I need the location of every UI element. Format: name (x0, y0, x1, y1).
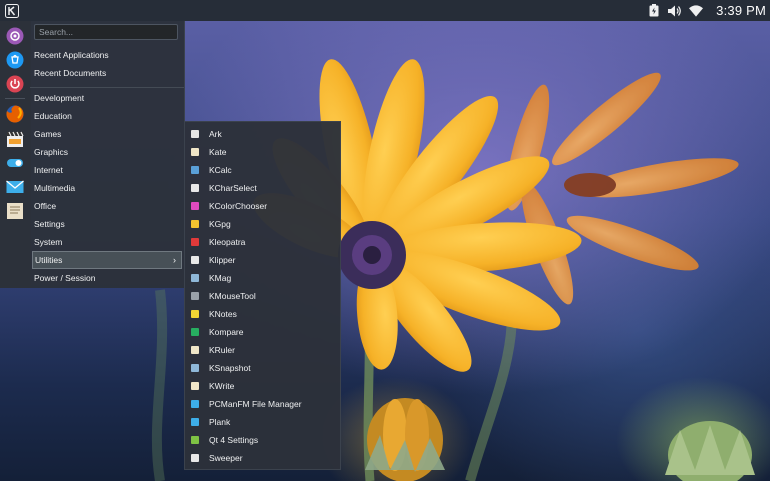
menu-item-power-session[interactable]: Power / Session (32, 269, 182, 287)
favorites-divider (5, 98, 25, 99)
submenu-item-label: KCharSelect (209, 183, 257, 193)
submenu-item-kcharselect[interactable]: KCharSelect (187, 179, 339, 197)
submenu-item-label: Kleopatra (209, 237, 246, 247)
clapper-icon[interactable] (6, 130, 24, 148)
ksnapshot-icon (191, 364, 199, 372)
submenu-item-label: KColorChooser (209, 201, 268, 211)
menu-item-recent-documents[interactable]: Recent Documents (32, 64, 182, 82)
menu-item-label: Utilities (35, 255, 63, 265)
menu-item-office[interactable]: Office (32, 197, 182, 215)
submenu-item-knotes[interactable]: KNotes (187, 305, 339, 323)
submenu-item-klipper[interactable]: Klipper (187, 251, 339, 269)
submenu-item-pcmanfm-file-manager[interactable]: PCManFM File Manager (187, 395, 339, 413)
volume-icon[interactable] (668, 4, 682, 18)
submenu-item-kmag[interactable]: KMag (187, 269, 339, 287)
kcolorchooser-icon (191, 202, 199, 210)
wifi-icon[interactable] (689, 4, 704, 18)
menu-item-development[interactable]: Development (32, 89, 182, 107)
submenu-item-kruler[interactable]: KRuler (187, 341, 339, 359)
submenu-item-label: Sweeper (209, 453, 243, 463)
menu-item-system[interactable]: System (32, 233, 182, 251)
submenu-item-label: Plank (209, 417, 231, 427)
menu-divider (30, 87, 184, 88)
menu-item-games[interactable]: Games (32, 125, 182, 143)
system-tray: 3:39 PM (647, 0, 766, 21)
power-icon[interactable] (6, 75, 24, 93)
submenu-item-kwrite[interactable]: KWrite (187, 377, 339, 395)
kgpg-icon (191, 220, 199, 228)
knotes-icon (191, 310, 199, 318)
menu-item-education[interactable]: Education (32, 107, 182, 125)
qt-settings-icon (191, 436, 199, 444)
submenu-item-label: Kate (209, 147, 227, 157)
kcharselect-icon (191, 184, 199, 192)
submenu-item-label: KMag (209, 273, 232, 283)
submenu-item-label: KGpg (209, 219, 231, 229)
submenu-item-label: Klipper (209, 255, 236, 265)
klipper-icon (191, 256, 199, 264)
search-input[interactable] (34, 24, 178, 40)
kmousetool-icon (191, 292, 199, 300)
submenu-item-label: KCalc (209, 165, 232, 175)
utilities-submenu: Ark Kate KCalc KCharSelect KColorChooser KGpg… (184, 121, 341, 470)
submenu-item-kleopatra[interactable]: Kleopatra (187, 233, 339, 251)
submenu-item-ksnapshot[interactable]: KSnapshot (187, 359, 339, 377)
kruler-icon (191, 346, 199, 354)
submenu-item-sweeper[interactable]: Sweeper (187, 449, 339, 467)
submenu-item-label: KSnapshot (209, 363, 251, 373)
kate-icon (191, 148, 199, 156)
submenu-item-qt-4-settings[interactable]: Qt 4 Settings (187, 431, 339, 449)
submenu-item-label: PCManFM File Manager (209, 399, 302, 409)
battery-icon[interactable] (647, 4, 661, 18)
submenu-item-label: KRuler (209, 345, 235, 355)
firefox-icon[interactable] (6, 105, 24, 123)
text-editor-icon[interactable] (6, 202, 24, 220)
top-panel: 3:39 PM (0, 0, 770, 21)
kleopatra-icon (191, 238, 199, 246)
submenu-item-label: KMouseTool (209, 291, 256, 301)
submenu-item-label: Ark (209, 129, 222, 139)
submenu-item-kmousetool[interactable]: KMouseTool (187, 287, 339, 305)
ark-icon (191, 130, 199, 138)
file-manager-icon (191, 400, 199, 408)
clock[interactable]: 3:39 PM (716, 3, 766, 18)
submenu-item-kcalc[interactable]: KCalc (187, 161, 339, 179)
submenu-item-label: KWrite (209, 381, 235, 391)
submenu-item-ark[interactable]: Ark (187, 125, 339, 143)
menu-item-graphics[interactable]: Graphics (32, 143, 182, 161)
submenu-item-kgpg[interactable]: KGpg (187, 215, 339, 233)
kcalc-icon (191, 166, 199, 174)
kde-icon[interactable] (3, 2, 20, 19)
menu-item-multimedia[interactable]: Multimedia (32, 179, 182, 197)
menu-item-settings[interactable]: Settings (32, 215, 182, 233)
kompare-icon (191, 328, 199, 336)
submenu-item-label: Qt 4 Settings (209, 435, 259, 445)
kmag-icon (191, 274, 199, 282)
plank-icon (191, 418, 199, 426)
menu-item-utilities[interactable]: Utilities › (32, 251, 182, 269)
favorites-sidebar (0, 21, 31, 288)
menu-item-internet[interactable]: Internet (32, 161, 182, 179)
submenu-item-kate[interactable]: Kate (187, 143, 339, 161)
submenu-item-kompare[interactable]: Kompare (187, 323, 339, 341)
submenu-item-label: KNotes (209, 309, 237, 319)
submenu-item-kcolorchooser[interactable]: KColorChooser (187, 197, 339, 215)
kwrite-icon (191, 382, 199, 390)
sweeper-icon (191, 454, 199, 462)
system-settings-icon[interactable] (6, 27, 24, 45)
application-menu: Recent Applications Recent Documents Dev… (30, 21, 185, 288)
software-center-icon[interactable] (6, 51, 24, 69)
mail-icon[interactable] (6, 178, 24, 196)
toggle-icon[interactable] (6, 154, 24, 172)
chevron-right-icon: › (173, 255, 176, 265)
submenu-item-label: Kompare (209, 327, 244, 337)
menu-item-recent-applications[interactable]: Recent Applications (32, 46, 182, 64)
submenu-item-plank[interactable]: Plank (187, 413, 339, 431)
